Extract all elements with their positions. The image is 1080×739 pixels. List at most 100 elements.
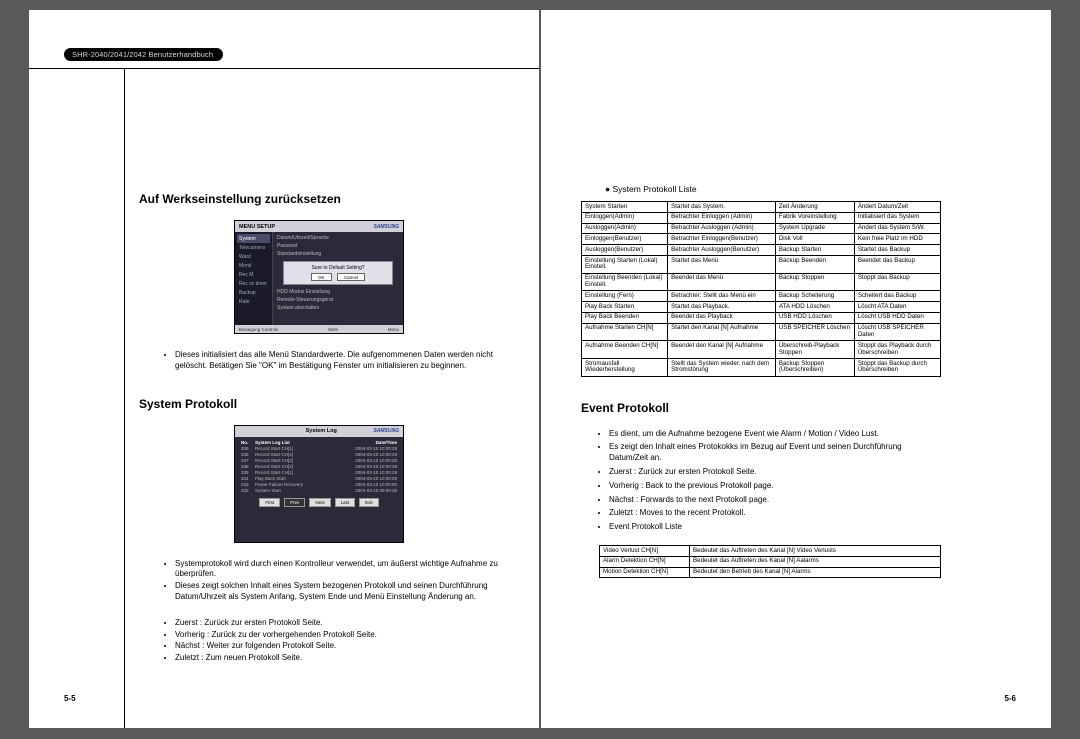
- log-row: 336Record Start CH[2]2004-03-10 10:00:28: [241, 464, 397, 470]
- table-cell: Aufnahme Beenden CH[N]: [582, 341, 668, 359]
- table-cell: Stoppt das Backup: [854, 273, 940, 291]
- table-cell: Ausloggen(Admin): [582, 223, 668, 234]
- table-row: Motion Detektion CH[N]Bedeutet den Betri…: [600, 567, 941, 578]
- right-page: System Protokoll Liste System StartenSta…: [541, 10, 1051, 728]
- table-cell: ATA HDD Löschen: [775, 302, 854, 313]
- table-cell: Scheitert das Backup: [854, 291, 940, 302]
- left-page: SHR-2040/2041/2042 Benutzerhandbuch Auf …: [29, 10, 539, 728]
- table-cell: Disk Voll: [775, 234, 854, 245]
- header-badge: SHR-2040/2041/2042 Benutzerhandbuch: [64, 48, 223, 61]
- table-cell: Bedeutet das Auftreten des Kanal [N] Vid…: [690, 546, 941, 557]
- table-cell: Ändert Datum/Zeit: [854, 202, 940, 213]
- table-row: Stromausfall WiederherstellungStellt das…: [582, 359, 941, 377]
- table-cell: Beendet das Menü: [668, 273, 776, 291]
- bullets-syslog-b: Zuerst : Zurück zur ersten Protokoll Sei…: [139, 618, 499, 665]
- table-cell: Startet das System.: [668, 202, 776, 213]
- table-cell: Startet das Playback.: [668, 302, 776, 313]
- log-row: 337Record Start CH[3]2004-03-10 10:00:28: [241, 458, 397, 464]
- table-row: Aufnahme Beenden CH[N]Beendet den Kanal …: [582, 341, 941, 359]
- table-cell: Betrachter: Stellt das Menü ein: [668, 291, 776, 302]
- bullet: Event Protokoll Liste: [609, 522, 941, 533]
- bullets-factory: Dieses initialisiert das alle Menü Stand…: [139, 350, 499, 373]
- table-row: Alarm Detektion CH[N]Bedeutet das Auftre…: [600, 556, 941, 567]
- bullet: Es dient, um die Aufnahme bezogene Event…: [609, 429, 941, 440]
- ss1-b2: System abschalten: [277, 304, 399, 312]
- table-cell: Zeit Änderung: [775, 202, 854, 213]
- table-cell: Backup Beenden: [775, 256, 854, 274]
- bullet: Zuerst : Zurück zur ersten Protokoll Sei…: [175, 618, 499, 629]
- ss1-l1: Passwort: [277, 242, 399, 250]
- table-cell: Kein freie Platz im HDD: [854, 234, 940, 245]
- table-cell: Überschreib-Playback Stoppen: [775, 341, 854, 359]
- ss2-h-list: System Log List: [255, 440, 335, 445]
- ss1-l2: Standardeinstellung: [277, 250, 399, 258]
- table-cell: Backup Stoppen (Überschreiben): [775, 359, 854, 377]
- bullet: Zuletzt : Zum neuen Protokoll Seite.: [175, 653, 499, 664]
- ss2-nav-first: First: [259, 498, 280, 507]
- header-rule: [29, 68, 539, 69]
- table-cell: Bedeutet das Auftreten des Kanal [N] Aal…: [690, 556, 941, 567]
- heading-system-protokoll: System Protokoll: [139, 397, 499, 411]
- table-row: Einstellung (Fern)Betrachter: Stellt das…: [582, 291, 941, 302]
- ss2-nav-exit: Exit: [359, 498, 379, 507]
- table-cell: Stoppt das Backup durch Überschreiben: [854, 359, 940, 377]
- bullet: Vorherig : Back to the previous Protokol…: [609, 481, 941, 492]
- ss1-b0: HDD Modus Einstellung: [277, 288, 399, 296]
- margin-line: [124, 68, 125, 728]
- ss2-nav-next: Next: [309, 498, 330, 507]
- bullet: Nächst : Weiter zur folgenden Protokoll …: [175, 641, 499, 652]
- ss2-title: System Log: [239, 428, 373, 434]
- table-cell: System Upgrade: [775, 223, 854, 234]
- table-cell: Löscht USB SPEICHER Daten: [854, 323, 940, 341]
- table-cell: Backup Stoppen: [775, 273, 854, 291]
- ss1-sb-2: Ward: [237, 252, 270, 261]
- table-row: Play Back BeendenBeendet das PlaybackUSB…: [582, 312, 941, 323]
- table-cell: Startet das Menü: [668, 256, 776, 274]
- ss1-dialog-text: Sure to Default Setting?: [286, 265, 390, 271]
- table-row: Ausloggen(Benutzer)Betrachter Ausloggen(…: [582, 245, 941, 256]
- table-row: System StartenStartet das System.Zeit Än…: [582, 202, 941, 213]
- table-row: Ausloggen(Admin)Betrachter Ausloggen (Ad…: [582, 223, 941, 234]
- table-cell: Betrachter Ausloggen(Benutzer): [668, 245, 776, 256]
- screenshot-system-log: System Log SAMSUNG No. System Log List D…: [234, 425, 404, 543]
- log-row: 334Play Back Start2004-03-10 10:00:08: [241, 476, 397, 482]
- ss1-sb-4: Rec M: [237, 270, 270, 279]
- table-cell: Play Back Starten: [582, 302, 668, 313]
- screenshot-menu-setup: MENU SETUP SAMSUNG System Telecamera War…: [234, 220, 404, 334]
- table-cell: Ändert das System S/W.: [854, 223, 940, 234]
- page-number-right: 5-6: [1004, 694, 1016, 703]
- table-row: Aufnahme Starten CH[N]Startet den Kanal …: [582, 323, 941, 341]
- bullet: Vorherig : Zurück zu der vorhergehenden …: [175, 630, 499, 641]
- bullet: Systemprotokoll wird durch einen Kontrol…: [175, 559, 499, 581]
- table-cell: Einstellung Starten (Lokal) Einstell.: [582, 256, 668, 274]
- table-cell: Video Verlust CH[N]: [600, 546, 690, 557]
- ss1-l0: Datum/Uhrzeit/Sprache: [277, 234, 399, 242]
- ss1-cancel: Cancel: [337, 273, 365, 281]
- table-cell: Play Back Beenden: [582, 312, 668, 323]
- subheading-sys-list: System Protokoll Liste: [605, 184, 941, 194]
- ss1-sb-3: Monit: [237, 261, 270, 270]
- heading-event-protokoll: Event Protokoll: [581, 401, 941, 415]
- ss1-sb-6: Backup: [237, 288, 270, 297]
- ss1-sb-1: Telecamera: [237, 243, 270, 252]
- ss1-fR: Menu: [388, 327, 399, 332]
- table-cell: Stoppt das Playback durch Überschreiben: [854, 341, 940, 359]
- table-cell: Beendet das Playback: [668, 312, 776, 323]
- table-cell: Stromausfall Wiederherstellung: [582, 359, 668, 377]
- table-cell: Einstellung (Fern): [582, 291, 668, 302]
- table-cell: Motion Detektion CH[N]: [600, 567, 690, 578]
- table-row: Einloggen(Admin)Betrachter Einloggen (Ad…: [582, 212, 941, 223]
- ss2-nav-last: Last: [335, 498, 356, 507]
- system-protokoll-table: System StartenStartet das System.Zeit Än…: [581, 201, 941, 377]
- bullet: Dieses initialisiert das alle Menü Stand…: [175, 350, 499, 372]
- page-spread: SHR-2040/2041/2042 Benutzerhandbuch Auf …: [0, 0, 1080, 738]
- table-cell: Ausloggen(Benutzer): [582, 245, 668, 256]
- log-row: 339Record Start CH[1]2004-03-10 10:00:29: [241, 446, 397, 452]
- bullet: Zuerst : Zurück zur ersten Protokoll Sei…: [609, 467, 941, 478]
- table-cell: Betrachter Einloggen (Admin): [668, 212, 776, 223]
- table-cell: Betrachter Einloggen(Benutzer): [668, 234, 776, 245]
- log-row: 338Record Start CH[4]2004-03-10 10:00:29: [241, 452, 397, 458]
- bullets-syslog-a: Systemprotokoll wird durch einen Kontrol…: [139, 559, 499, 604]
- table-cell: Backup Starten: [775, 245, 854, 256]
- table-row: Einstellung Starten (Lokal) Einstell.Sta…: [582, 256, 941, 274]
